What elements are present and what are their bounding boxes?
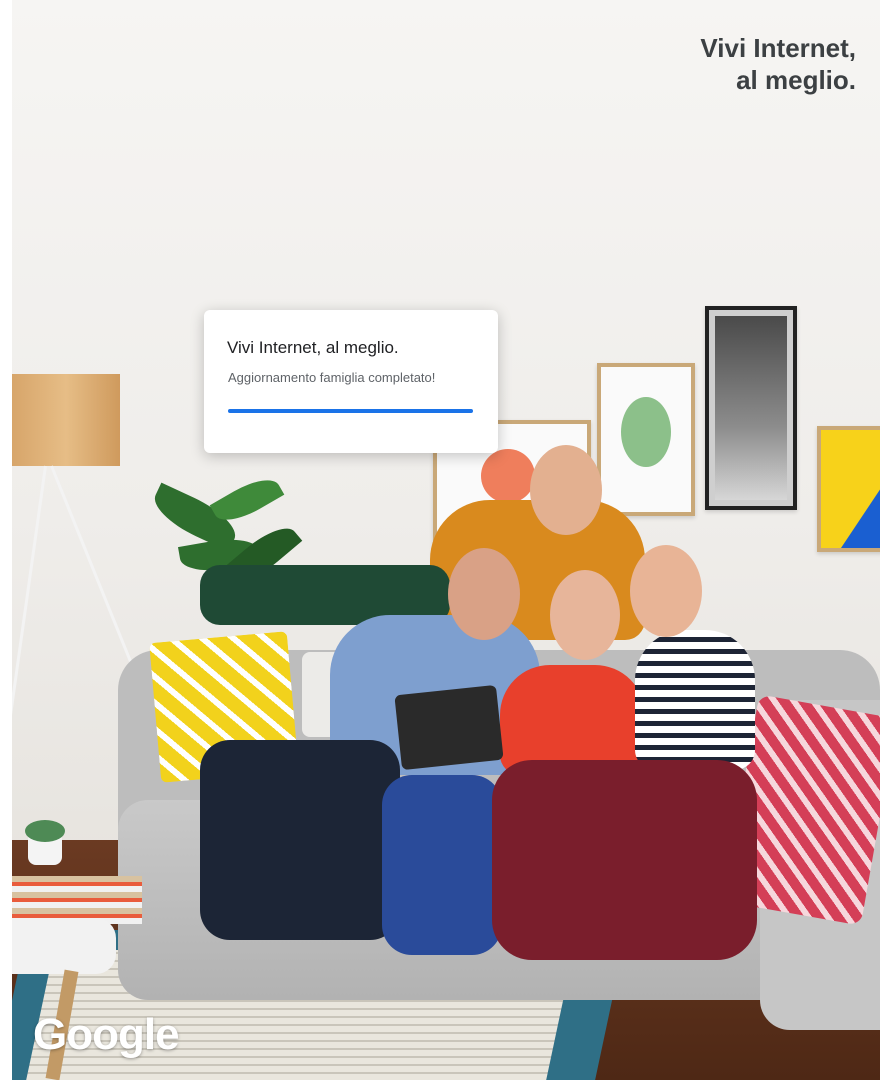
side-table — [12, 918, 116, 974]
card-subtitle: Aggiornamento famiglia completato! — [228, 370, 436, 385]
person-girl-legs — [382, 775, 502, 955]
person-girl — [500, 665, 645, 775]
person-head — [550, 570, 620, 660]
frame-abstract — [817, 426, 880, 552]
progress-fill — [228, 409, 473, 413]
books — [12, 876, 142, 924]
tagline-line-1: Vivi Internet, — [700, 33, 856, 63]
left-edge — [0, 0, 12, 1080]
frame-leaves — [597, 363, 695, 516]
person-head — [630, 545, 702, 637]
succulent — [25, 820, 65, 842]
person-woman-legs — [492, 760, 757, 960]
notification-card: Vivi Internet, al meglio. Aggiornamento … — [204, 310, 498, 453]
card-title: Vivi Internet, al meglio. — [227, 338, 399, 357]
photo-scene — [0, 0, 880, 1080]
person-head — [448, 548, 520, 640]
google-logo: Google — [33, 1010, 180, 1059]
tagline-line-2: al meglio. — [736, 65, 856, 95]
person-woman — [635, 630, 755, 770]
frame-forest — [705, 306, 797, 510]
tablet — [394, 684, 504, 771]
tagline: Vivi Internet, al meglio. — [636, 32, 856, 96]
floor-lamp — [12, 374, 120, 466]
person-head — [530, 445, 602, 535]
progress-bar — [228, 409, 473, 413]
person-man-legs — [200, 740, 400, 940]
